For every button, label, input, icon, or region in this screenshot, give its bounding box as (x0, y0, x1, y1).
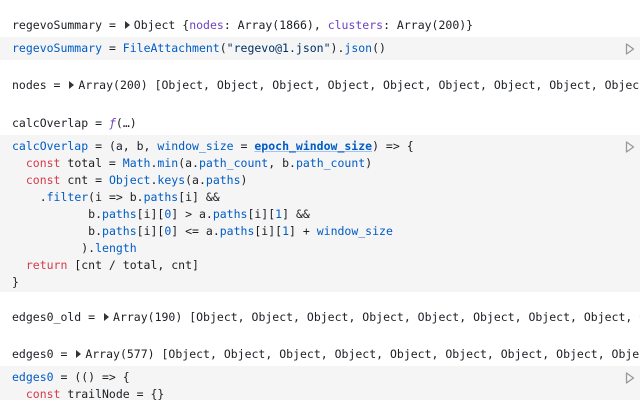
code-line[interactable]: const trailNode = {} (12, 386, 640, 403)
value-type[interactable]: Array(200) (78, 78, 147, 92)
code-line[interactable]: const total = Math.min(a.path_count, b.p… (12, 155, 640, 172)
output-line: edges0_old = Array(190) [Object, Object,… (12, 310, 640, 324)
code-line[interactable]: regevoSummary = FileAttachment("regevo@1… (12, 40, 640, 57)
code-cell-edges0[interactable]: edges0 = (() => { const trailNode = {} (0, 366, 640, 403)
code-line[interactable]: b.paths[i][0] > a.paths[i][1] && (12, 206, 640, 223)
caret-right-icon[interactable] (104, 313, 110, 321)
code-line[interactable]: .filter(i => b.paths[i] && (12, 189, 640, 206)
variable-name: calcOverlap (12, 116, 89, 130)
caret-right-icon[interactable] (124, 21, 130, 29)
cell-reference-link[interactable]: epoch_window_size (254, 139, 372, 153)
variable-name: edges0_old (12, 310, 82, 324)
code-line[interactable]: edges0 = (() => { (12, 369, 640, 386)
code-line[interactable]: const cnt = Object.keys(a.paths) (12, 172, 640, 189)
play-icon[interactable] (625, 372, 635, 384)
output-cell-edges0-old: edges0_old = Array(190) [Object, Object,… (0, 306, 640, 328)
function-glyph[interactable]: ƒ (109, 116, 116, 130)
code-line[interactable]: return [cnt / total, cnt] (12, 257, 640, 274)
code-line[interactable]: calcOverlap = (a, b, window_size = epoch… (12, 138, 640, 155)
output-cell-nodes: nodes = Array(200) [Object, Object, Obje… (0, 74, 640, 96)
output-cell-calc-overlap: calcOverlap = ƒ(…) (0, 112, 640, 134)
play-icon[interactable] (625, 141, 635, 153)
output-cell-regevo-summary: regevoSummary = Object {nodes: Array(186… (0, 14, 640, 36)
output-cell-edges0: edges0 = Array(577) [Object, Object, Obj… (0, 343, 640, 365)
value-type[interactable]: Array(577) (85, 347, 154, 361)
output-line: calcOverlap = ƒ(…) (12, 116, 137, 130)
variable-name: regevoSummary (12, 18, 103, 32)
output-line: nodes = Array(200) [Object, Object, Obje… (12, 78, 640, 92)
variable-name: nodes (12, 78, 47, 92)
value-type[interactable]: Array(190) (113, 310, 182, 324)
code-line[interactable]: b.paths[i][0] <= a.paths[i][1] + window_… (12, 223, 640, 240)
caret-right-icon[interactable] (76, 350, 82, 358)
output-line: regevoSummary = Object {nodes: Array(186… (12, 18, 474, 32)
play-icon[interactable] (625, 43, 635, 55)
code-line[interactable]: } (12, 274, 640, 291)
code-cell-calc-overlap[interactable]: calcOverlap = (a, b, window_size = epoch… (0, 135, 640, 292)
code-cell-regevo-summary[interactable]: regevoSummary = FileAttachment("regevo@1… (0, 37, 640, 60)
variable-name: edges0 (12, 347, 54, 361)
output-line: edges0 = Array(577) [Object, Object, Obj… (12, 347, 640, 361)
value-type[interactable]: Object (134, 18, 176, 32)
code-line[interactable]: ).length (12, 240, 640, 257)
caret-right-icon[interactable] (69, 81, 75, 89)
